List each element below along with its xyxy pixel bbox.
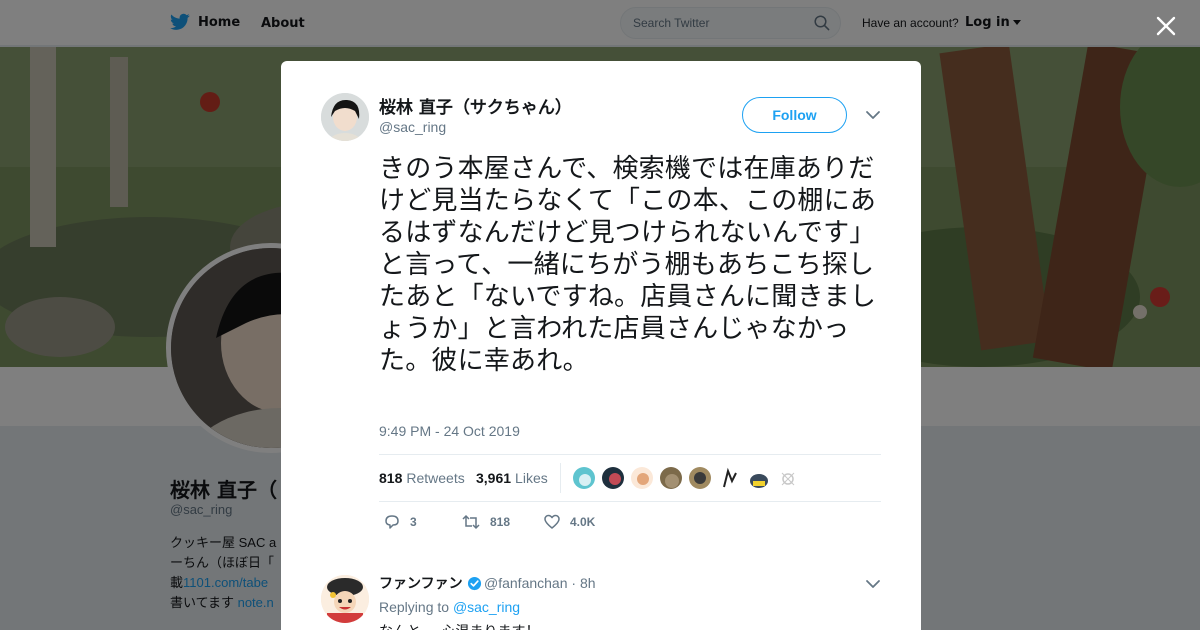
reply-button[interactable]: 3 — [383, 513, 417, 531]
reply-avatar-image — [321, 575, 369, 623]
retweet-icon — [462, 514, 480, 530]
replying-to-prefix: Replying to — [379, 599, 450, 615]
liker-avatars — [572, 466, 799, 490]
reply-count: 3 — [410, 515, 417, 529]
stats-divider — [560, 463, 561, 493]
reply-author-name-text: ファンファン — [379, 576, 463, 592]
follow-button[interactable]: Follow — [742, 97, 847, 133]
like-button[interactable]: 4.0K — [543, 513, 595, 531]
author-avatar[interactable] — [321, 93, 369, 141]
liker-avatar[interactable] — [688, 466, 712, 490]
author-name[interactable]: 桜林 直子（サクちゃん） — [379, 93, 572, 118]
liker-avatar[interactable] — [659, 466, 683, 490]
liker-avatar[interactable] — [572, 466, 596, 490]
heart-icon — [544, 514, 560, 529]
reply-time[interactable]: · 8h — [571, 575, 595, 591]
liker-avatar[interactable] — [630, 466, 654, 490]
reply-meta: @fanfanchan · 8h — [484, 575, 596, 591]
reply-author-avatar[interactable] — [321, 575, 369, 623]
tweet-stats: 818 Retweets 3,961 Likes — [379, 454, 881, 502]
reply-author-name[interactable]: ファンファン — [379, 573, 482, 593]
reply-author-handle[interactable]: @fanfanchan — [484, 575, 568, 591]
like-count: 4.0K — [570, 515, 596, 529]
tweet-actions: 3 818 4.0K — [379, 513, 879, 537]
verified-icon — [467, 576, 481, 590]
reply-text: なんと、、心温まります！ — [379, 621, 539, 630]
retweet-button[interactable]: 818 — [461, 513, 510, 531]
liker-avatar[interactable] — [601, 466, 625, 490]
retweets-label: Retweets — [406, 470, 465, 486]
likes-label: Likes — [515, 470, 548, 486]
author-handle[interactable]: @sac_ring — [379, 119, 446, 135]
liker-avatar[interactable] — [775, 466, 799, 490]
tweet-text: きのう本屋さんで、検索機では在庫ありだけど見当たらなくて「この本、この棚にあるは… — [379, 154, 877, 376]
likes-count: 3,961 — [476, 470, 512, 486]
chevron-down-icon[interactable] — [863, 577, 883, 591]
likes-stat[interactable]: 3,961 Likes — [476, 470, 548, 486]
tweet-modal: 桜林 直子（サクちゃん） @sac_ring Follow きのう本屋さんで、検… — [281, 61, 921, 630]
retweet-count: 818 — [490, 515, 511, 529]
replying-to-link[interactable]: @sac_ring — [453, 599, 520, 615]
replying-to: Replying to @sac_ring — [379, 599, 520, 615]
reply-icon — [385, 515, 399, 529]
tweet-timestamp[interactable]: 9:49 PM - 24 Oct 2019 — [379, 423, 520, 439]
liker-avatar[interactable] — [717, 466, 741, 490]
chevron-down-icon[interactable] — [863, 108, 883, 122]
author-avatar-image — [321, 93, 369, 141]
close-icon[interactable] — [1152, 12, 1180, 40]
retweets-stat[interactable]: 818 Retweets — [379, 470, 465, 486]
retweets-count: 818 — [379, 470, 403, 486]
liker-avatar[interactable] — [746, 466, 770, 490]
